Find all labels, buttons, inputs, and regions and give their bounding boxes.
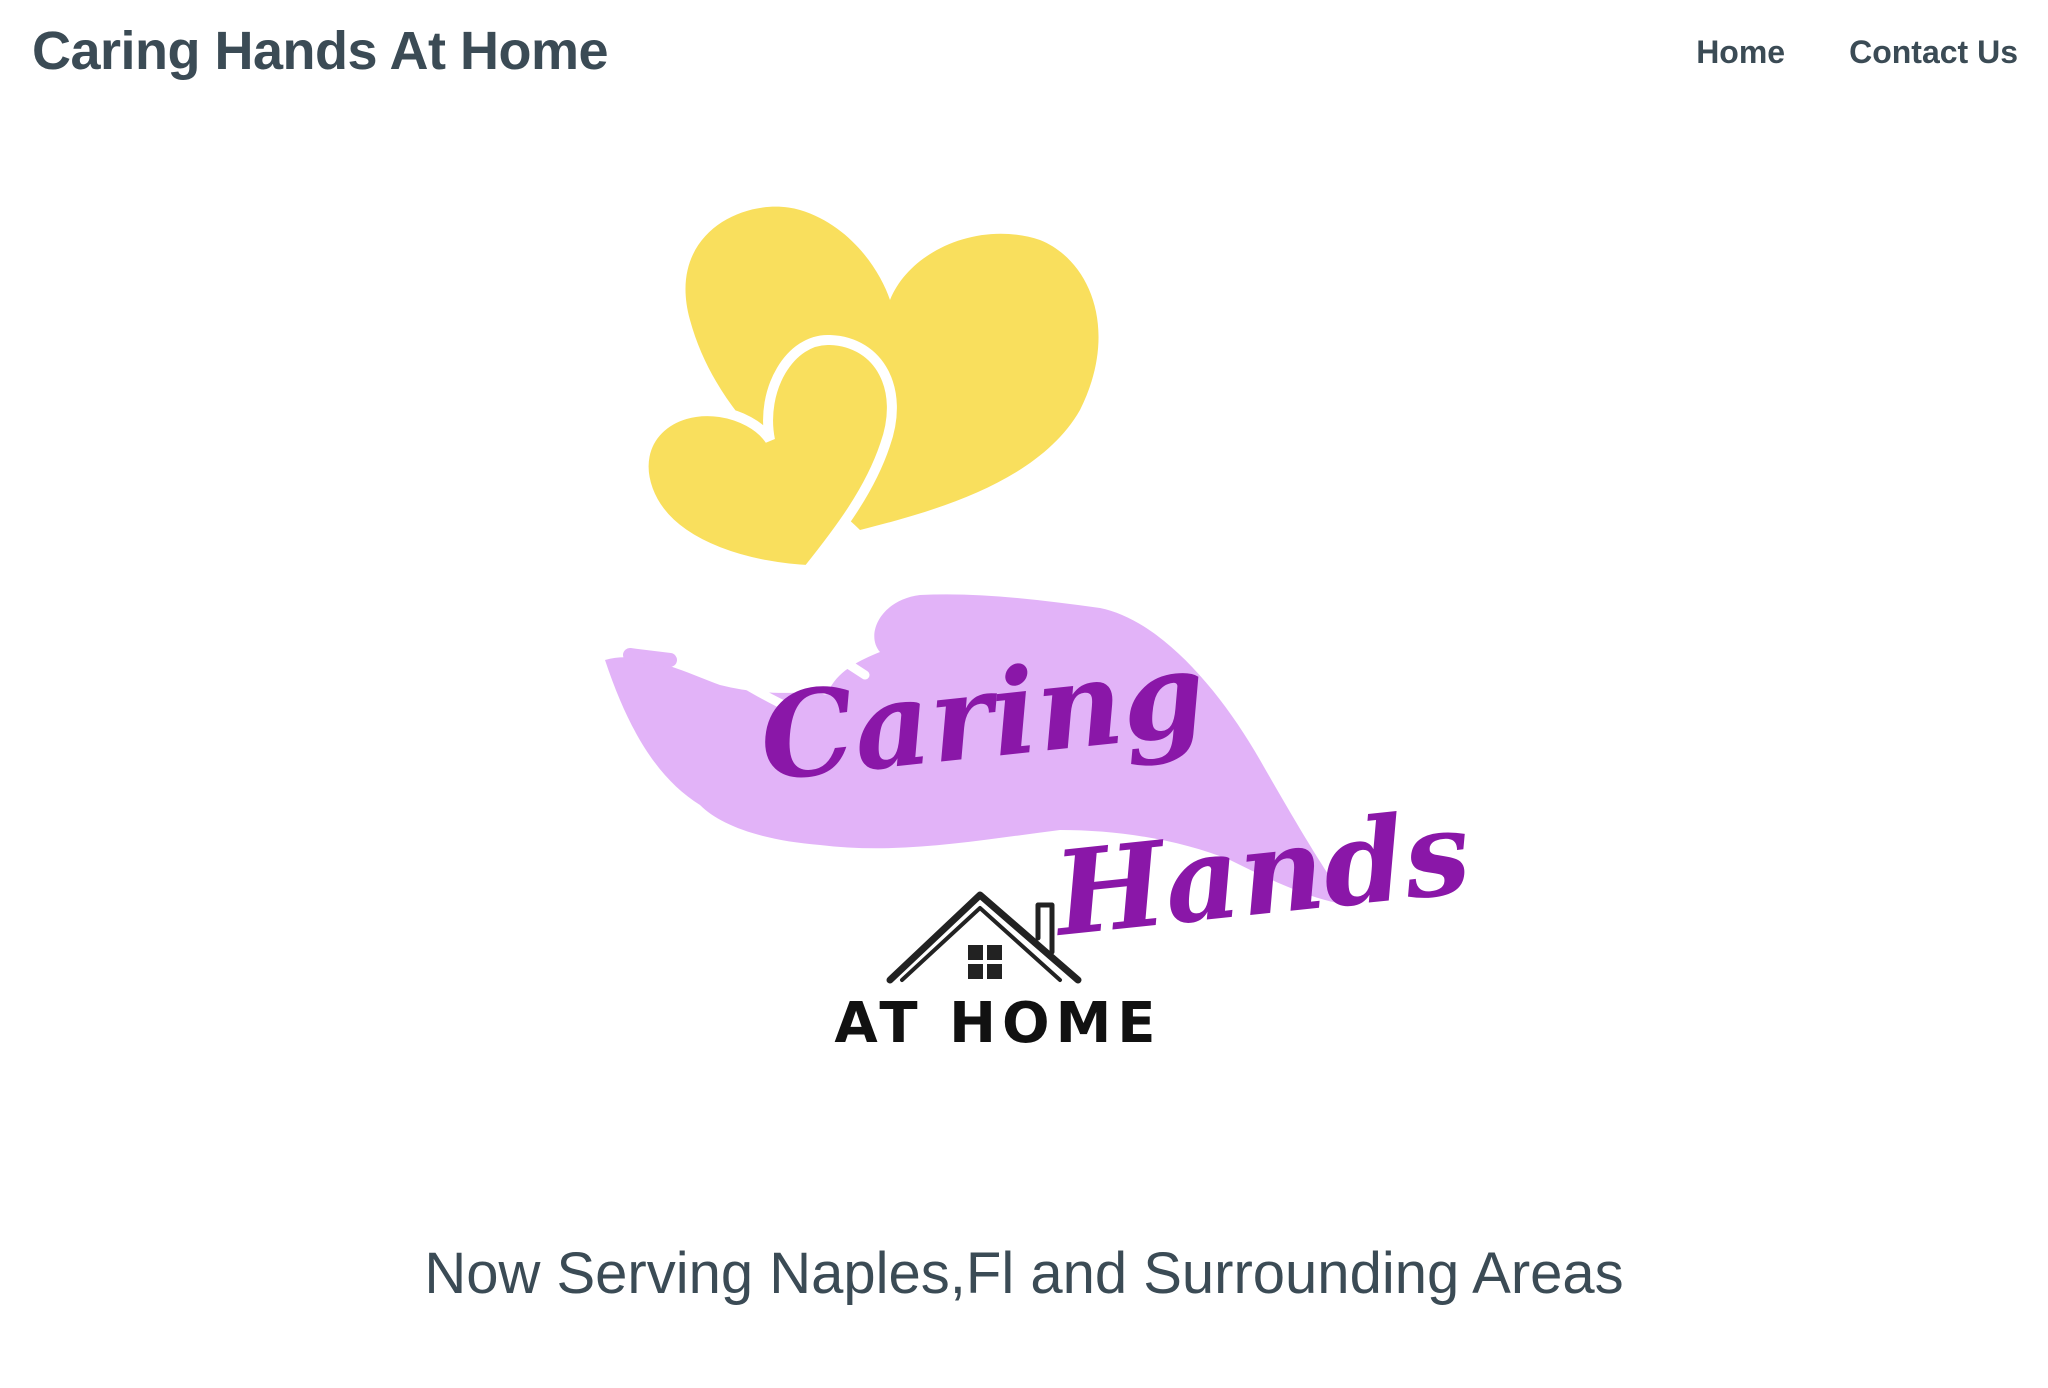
brand-logo: Caring Hands AT HOME [560,190,1540,1070]
house-icon [886,891,1082,984]
main-nav: Home Contact Us [1696,34,2018,71]
service-area-tagline: Now Serving Naples,Fl and Surrounding Ar… [424,1241,1624,1306]
nav-contact-link[interactable]: Contact Us [1849,34,2018,71]
site-title-link[interactable]: Caring Hands At Home [32,20,609,82]
nav-home-link[interactable]: Home [1696,34,1785,71]
logo-subtitle-at-home: AT HOME [834,991,1161,1056]
brand-logo-graphic: Caring Hands AT HOME [605,206,1476,1056]
site-header: Caring Hands At Home Home Contact Us [0,0,2048,110]
